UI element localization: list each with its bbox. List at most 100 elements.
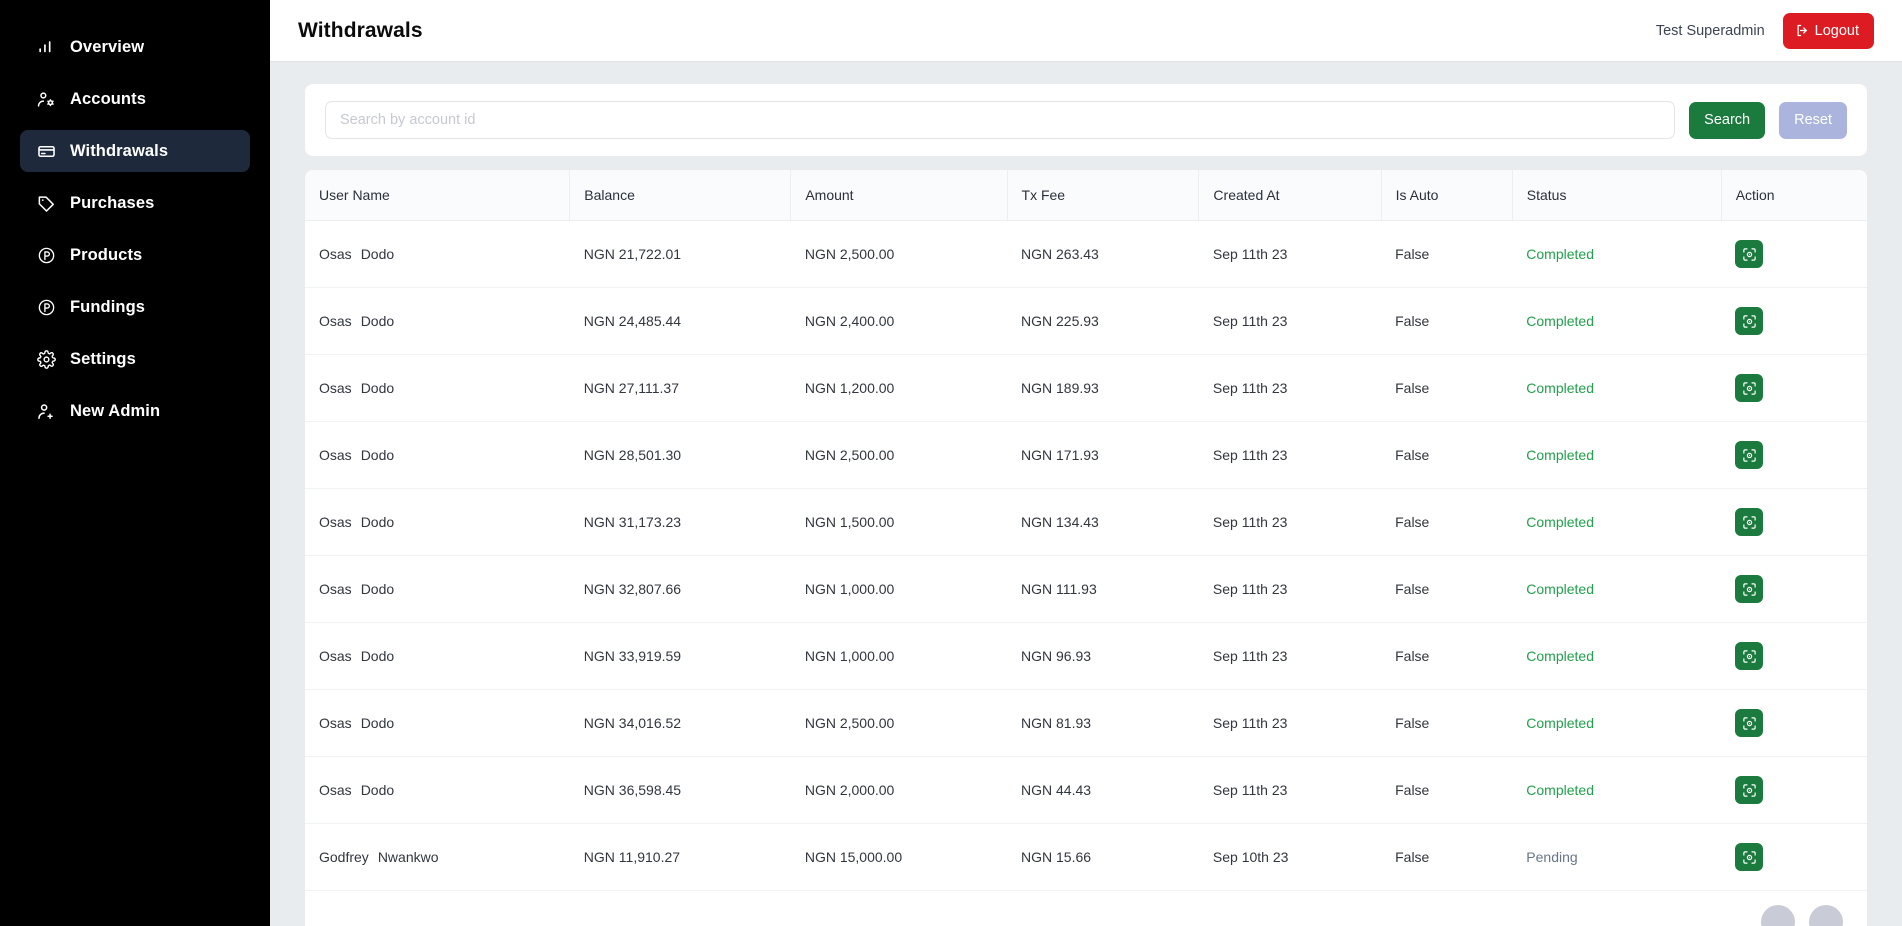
- pagination-next-button[interactable]: [1809, 905, 1843, 926]
- column-header-status[interactable]: Status: [1511, 170, 1722, 221]
- cell-user-name: Osas Dodo: [305, 689, 570, 757]
- cell-amount: NGN 15,000.00: [790, 823, 1008, 891]
- topbar: Withdrawals Test Superadmin Logout: [270, 0, 1902, 62]
- cell-action: [1721, 421, 1867, 489]
- view-details-button[interactable]: [1735, 709, 1764, 737]
- current-user-label: Test Superadmin: [1655, 22, 1765, 39]
- sidebar-item-label: Accounts: [70, 89, 146, 108]
- search-card: Search Reset: [305, 84, 1867, 156]
- view-details-button[interactable]: [1735, 642, 1764, 670]
- table-body: Osas Dodo NGN 21,722.01 NGN 2,500.00 NGN 263…: [305, 220, 1867, 891]
- table-row[interactable]: Osas Dodo NGN 28,501.30 NGN 2,500.00 NGN 171…: [305, 421, 1867, 489]
- scan-icon: [1742, 314, 1757, 329]
- cell-tx-fee: NGN 15.66: [1007, 823, 1199, 891]
- cell-status: Completed: [1512, 421, 1722, 489]
- cell-action: [1721, 756, 1867, 824]
- sidebar-item-products[interactable]: Products: [20, 234, 250, 276]
- column-header-balance[interactable]: Balance: [569, 170, 791, 221]
- sidebar-item-label: Products: [70, 245, 143, 264]
- table-row[interactable]: Osas Dodo NGN 31,173.23 NGN 1,500.00 NGN 134…: [305, 488, 1867, 556]
- cell-tx-fee: NGN 81.93: [1007, 689, 1199, 757]
- table-row[interactable]: Osas Dodo NGN 24,485.44 NGN 2,400.00 NGN 225…: [305, 287, 1867, 355]
- view-details-button[interactable]: [1735, 307, 1764, 335]
- cell-is-auto: False: [1381, 220, 1513, 288]
- user-first-name: Osas: [319, 313, 352, 329]
- user-last-name: Nwankwo: [377, 849, 439, 865]
- sidebar-item-accounts[interactable]: Accounts: [20, 78, 250, 120]
- cell-user-name: Osas Dodo: [305, 622, 570, 690]
- search-button[interactable]: Search: [1689, 101, 1766, 139]
- sidebar-item-purchases[interactable]: Purchases: [20, 182, 250, 224]
- cell-status: Completed: [1512, 488, 1722, 556]
- pagination-prev-button[interactable]: [1761, 905, 1795, 926]
- sidebar-item-label: Purchases: [70, 193, 155, 212]
- cell-created-at: Sep 11th 23: [1198, 622, 1382, 690]
- gear-icon: [36, 349, 56, 369]
- status-badge: Completed: [1526, 715, 1594, 731]
- view-details-button[interactable]: [1735, 374, 1764, 402]
- view-details-button[interactable]: [1735, 776, 1764, 804]
- table-row[interactable]: Osas Dodo NGN 34,016.52 NGN 2,500.00 NGN 81.…: [305, 689, 1867, 757]
- user-last-name: Dodo: [360, 380, 395, 396]
- view-details-button[interactable]: [1735, 240, 1764, 268]
- scan-icon: [1742, 783, 1757, 798]
- view-details-button[interactable]: [1735, 575, 1764, 603]
- sidebar-item-label: Fundings: [70, 297, 146, 316]
- search-input[interactable]: [325, 101, 1676, 139]
- view-details-button[interactable]: [1735, 508, 1764, 536]
- table-row[interactable]: Osas Dodo NGN 33,919.59 NGN 1,000.00 NGN 96.…: [305, 622, 1867, 690]
- column-header-is-auto[interactable]: Is Auto: [1380, 170, 1513, 221]
- column-header-action[interactable]: Action: [1720, 170, 1867, 221]
- table-row[interactable]: Osas Dodo NGN 36,598.45 NGN 2,000.00 NGN 44.…: [305, 756, 1867, 824]
- view-details-button[interactable]: [1735, 843, 1764, 871]
- column-header-tx-fee[interactable]: Tx Fee: [1006, 170, 1199, 221]
- column-header-created-at[interactable]: Created At: [1198, 170, 1382, 221]
- table-row[interactable]: Osas Dodo NGN 21,722.01 NGN 2,500.00 NGN 263…: [305, 220, 1867, 288]
- reset-button[interactable]: Reset: [1779, 101, 1847, 139]
- cell-user-name: Osas Dodo: [305, 421, 570, 489]
- cell-action: [1721, 220, 1867, 288]
- cell-tx-fee: NGN 263.43: [1007, 220, 1199, 288]
- cell-tx-fee: NGN 189.93: [1007, 354, 1199, 422]
- scan-icon: [1742, 247, 1757, 262]
- user-last-name: Dodo: [360, 648, 395, 664]
- user-first-name: Osas: [319, 715, 352, 731]
- cell-is-auto: False: [1381, 689, 1513, 757]
- scan-icon: [1742, 850, 1757, 865]
- cell-action: [1721, 823, 1867, 891]
- cell-created-at: Sep 11th 23: [1198, 756, 1382, 824]
- logout-icon: [1795, 23, 1810, 38]
- sidebar-item-fundings[interactable]: Fundings: [20, 286, 250, 328]
- cell-amount: NGN 2,500.00: [790, 220, 1008, 288]
- sidebar-item-new-admin[interactable]: New Admin: [20, 390, 250, 432]
- main-area: Withdrawals Test Superadmin Logout Searc…: [270, 0, 1902, 926]
- user-cog-icon: [36, 89, 56, 109]
- table-row[interactable]: Godfrey Nwankwo NGN 11,910.27 NGN 15,000.00…: [305, 823, 1867, 891]
- cell-balance: NGN 31,173.23: [569, 488, 791, 556]
- cell-amount: NGN 2,500.00: [790, 421, 1008, 489]
- sidebar-item-label: Settings: [70, 349, 136, 368]
- sidebar: Overview Accounts Withdrawals Purchases …: [0, 0, 270, 926]
- cell-created-at: Sep 11th 23: [1198, 555, 1382, 623]
- withdrawals-table: User Name Balance Amount Tx Fee Created …: [305, 170, 1867, 891]
- column-header-user-name[interactable]: User Name: [305, 170, 570, 221]
- view-details-button[interactable]: [1735, 441, 1764, 469]
- cell-is-auto: False: [1381, 421, 1513, 489]
- table-row[interactable]: Osas Dodo NGN 27,111.37 NGN 1,200.00 NGN 189…: [305, 354, 1867, 422]
- cell-action: [1721, 488, 1867, 556]
- user-last-name: Dodo: [360, 447, 395, 463]
- sidebar-item-label: Withdrawals: [70, 141, 169, 160]
- status-badge: Completed: [1526, 514, 1594, 530]
- logout-label: Logout: [1814, 22, 1859, 39]
- sidebar-item-settings[interactable]: Settings: [20, 338, 250, 380]
- status-badge: Completed: [1526, 380, 1594, 396]
- sidebar-item-overview[interactable]: Overview: [20, 26, 250, 68]
- bar-chart-icon: [36, 37, 56, 57]
- column-header-amount[interactable]: Amount: [790, 170, 1008, 221]
- logout-button[interactable]: Logout: [1782, 12, 1874, 49]
- tag-icon: [36, 193, 56, 213]
- table-row[interactable]: Osas Dodo NGN 32,807.66 NGN 1,000.00 NGN 111…: [305, 555, 1867, 623]
- cell-status: Completed: [1512, 756, 1722, 824]
- app-root: Overview Accounts Withdrawals Purchases …: [0, 0, 1902, 926]
- sidebar-item-withdrawals[interactable]: Withdrawals: [20, 130, 250, 172]
